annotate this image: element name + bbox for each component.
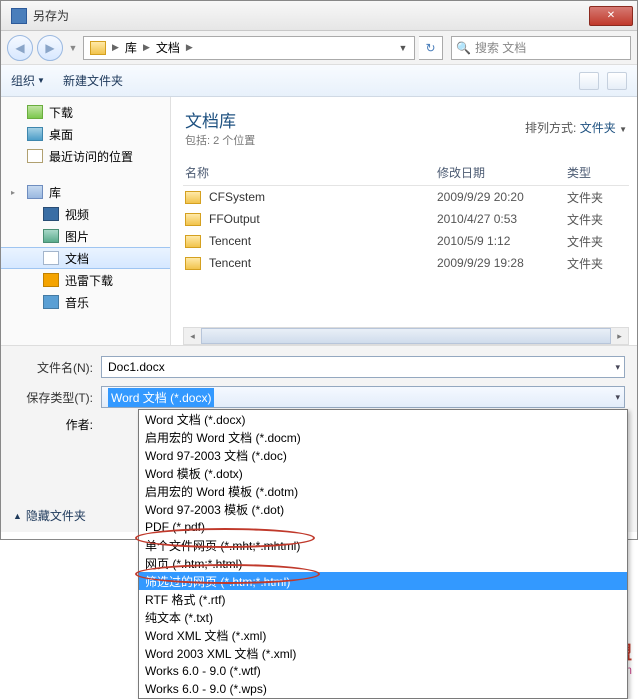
savetype-option[interactable]: 网页 (*.htm;*.html) (139, 554, 627, 572)
savetype-option[interactable]: 启用宏的 Word 文档 (*.docm) (139, 428, 627, 446)
library-icon (27, 185, 43, 199)
expand-icon[interactable]: ▸ (11, 188, 15, 197)
savetype-option[interactable]: 启用宏的 Word 模板 (*.dotm) (139, 482, 627, 500)
forward-button[interactable]: ▶ (37, 35, 63, 61)
tree-pictures[interactable]: 图片 (1, 225, 170, 247)
savetype-option[interactable]: 筛选过的网页 (*.htm;*.html) (139, 572, 627, 590)
col-date[interactable]: 修改日期 (437, 164, 567, 181)
savetype-option[interactable]: 单个文件网页 (*.mht;*.mhtml) (139, 536, 627, 554)
word-app-icon (11, 8, 27, 24)
library-title: 文档库 (185, 107, 255, 132)
savetype-option[interactable]: Word 模板 (*.dotx) (139, 464, 627, 482)
breadcrumb-sep[interactable]: ▶ (110, 42, 121, 53)
music-icon (43, 295, 59, 309)
titlebar[interactable]: 另存为 ✕ (1, 1, 637, 31)
refresh-button[interactable]: ↻ (419, 36, 443, 60)
breadcrumb-sep[interactable]: ▶ (184, 42, 195, 53)
tree-desktop[interactable]: 桌面 (1, 123, 170, 145)
file-row[interactable]: FFOutput2010/4/27 0:53文件夹 (183, 208, 629, 230)
tree-thunder[interactable]: 迅雷下载 (1, 269, 170, 291)
file-row[interactable]: Tencent2009/9/29 19:28文件夹 (183, 252, 629, 274)
address-bar[interactable]: ▶ 库 ▶ 文档 ▶ ▼ (83, 36, 415, 60)
savetype-option[interactable]: Word 97-2003 文档 (*.doc) (139, 446, 627, 464)
savetype-option[interactable]: RTF 格式 (*.rtf) (139, 590, 627, 608)
savetype-option[interactable]: Word 2003 XML 文档 (*.xml) (139, 644, 627, 662)
tree-recent[interactable]: 最近访问的位置 (1, 145, 170, 167)
organize-button[interactable]: 组织▼ (11, 72, 45, 89)
download-icon (27, 105, 43, 119)
tree-pane[interactable]: 下载 桌面 最近访问的位置 ▸库 视频 图片 文档 迅雷下载 音乐 (1, 97, 171, 345)
folder-icon (90, 41, 106, 55)
folder-icon (185, 213, 201, 226)
address-dropdown[interactable]: ▼ (394, 43, 412, 53)
video-icon (43, 207, 59, 221)
close-button[interactable]: ✕ (589, 6, 633, 26)
search-input[interactable]: 🔍 搜索 文档 (451, 36, 631, 60)
view-icon[interactable] (579, 72, 599, 90)
folder-icon (185, 191, 201, 204)
breadcrumb-sep[interactable]: ▶ (141, 42, 152, 53)
search-icon: 🔍 (456, 41, 471, 55)
tree-libraries[interactable]: ▸库 (1, 181, 170, 203)
savetype-option[interactable]: PDF (*.pdf) (139, 518, 627, 536)
tree-downloads[interactable]: 下载 (1, 101, 170, 123)
column-headers[interactable]: 名称 修改日期 类型 (183, 158, 629, 186)
back-button[interactable]: ◀ (7, 35, 33, 61)
col-name[interactable]: 名称 (185, 164, 437, 181)
new-folder-button[interactable]: 新建文件夹 (63, 72, 123, 89)
savetype-option[interactable]: 纯文本 (*.txt) (139, 608, 627, 626)
tree-documents[interactable]: 文档 (1, 247, 170, 269)
savetype-combo[interactable]: Word 文档 (*.docx)▾ (101, 386, 625, 408)
filename-input[interactable]: Doc1.docx▾ (101, 356, 625, 378)
tree-music[interactable]: 音乐 (1, 291, 170, 313)
recent-icon (27, 149, 43, 163)
author-label: 作者: (13, 416, 101, 433)
main-area: 下载 桌面 最近访问的位置 ▸库 视频 图片 文档 迅雷下载 音乐 文档库 包括… (1, 97, 637, 345)
savetype-option[interactable]: Works 6.0 - 9.0 (*.wtf) (139, 662, 627, 680)
breadcrumb-sub[interactable]: 文档 (152, 39, 184, 56)
file-row[interactable]: Tencent2010/5/9 1:12文件夹 (183, 230, 629, 252)
savetype-label: 保存类型(T): (13, 389, 101, 406)
savetype-option[interactable]: Word 文档 (*.docx) (139, 410, 627, 428)
search-placeholder: 搜索 文档 (475, 39, 526, 56)
desktop-icon (27, 127, 43, 141)
library-subtitle[interactable]: 包括: 2 个位置 (185, 132, 255, 148)
help-icon[interactable] (607, 72, 627, 90)
tree-video[interactable]: 视频 (1, 203, 170, 225)
arrange-by[interactable]: 排列方式: 文件夹 ▼ (525, 119, 627, 136)
history-dropdown[interactable]: ▼ (67, 43, 79, 53)
toolbar: 组织▼ 新建文件夹 (1, 65, 637, 97)
breadcrumb-root[interactable]: 库 (121, 39, 141, 56)
scroll-thumb[interactable] (201, 328, 611, 344)
scroll-right[interactable]: ▸ (611, 328, 628, 344)
savetype-dropdown[interactable]: Word 文档 (*.docx)启用宏的 Word 文档 (*.docm)Wor… (138, 409, 628, 699)
dialog-title: 另存为 (33, 7, 589, 24)
documents-icon (43, 251, 59, 265)
scroll-left[interactable]: ◂ (184, 328, 201, 344)
savetype-option[interactable]: Word 97-2003 模板 (*.dot) (139, 500, 627, 518)
folder-icon (185, 257, 201, 270)
file-list[interactable]: CFSystem2009/9/29 20:20文件夹FFOutput2010/4… (183, 186, 629, 274)
horizontal-scrollbar[interactable]: ◂ ▸ (183, 327, 629, 345)
col-type[interactable]: 类型 (567, 164, 627, 181)
savetype-option[interactable]: Word XML 文档 (*.xml) (139, 626, 627, 644)
filename-label: 文件名(N): (13, 359, 101, 376)
file-row[interactable]: CFSystem2009/9/29 20:20文件夹 (183, 186, 629, 208)
pictures-icon (43, 229, 59, 243)
nav-row: ◀ ▶ ▼ ▶ 库 ▶ 文档 ▶ ▼ ↻ 🔍 搜索 文档 (1, 31, 637, 65)
file-pane: 文档库 包括: 2 个位置 排列方式: 文件夹 ▼ 名称 修改日期 类型 CFS… (171, 97, 637, 345)
folder-icon (185, 235, 201, 248)
thunder-icon (43, 273, 59, 287)
